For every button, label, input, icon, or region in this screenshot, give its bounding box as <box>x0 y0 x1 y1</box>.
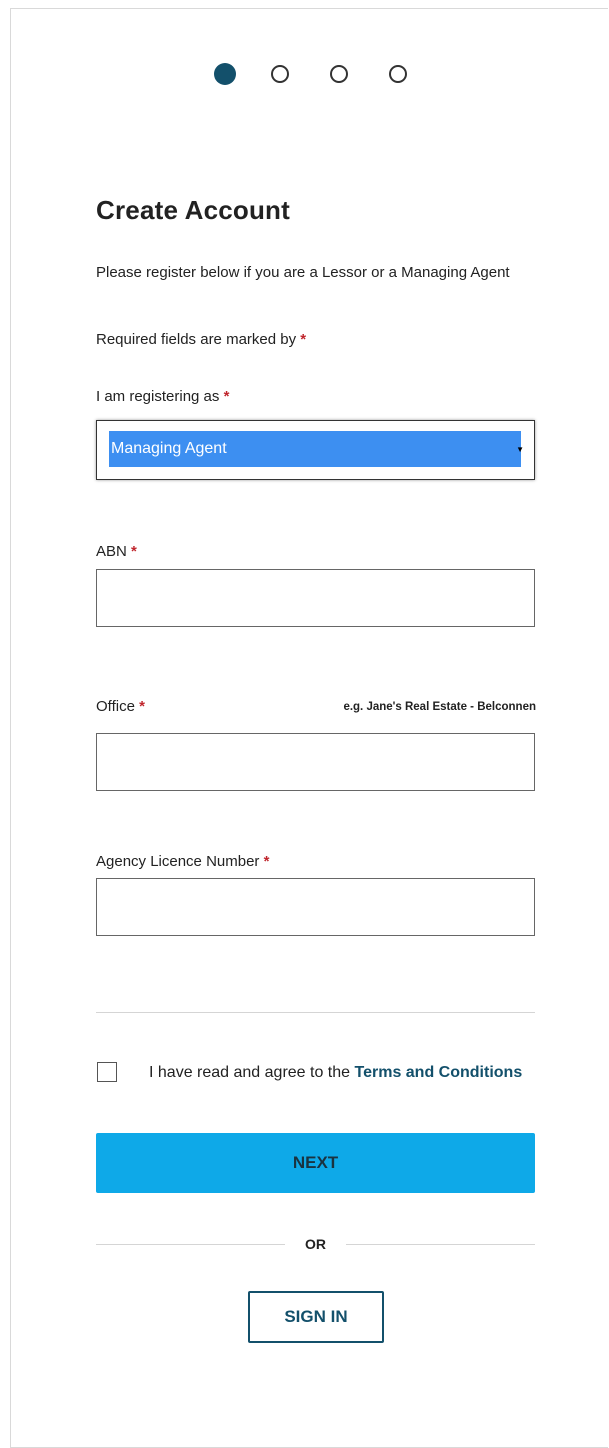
office-hint: e.g. Jane's Real Estate - Belconnen <box>343 701 536 713</box>
role-select-value[interactable]: Managing Agent <box>109 431 521 467</box>
terms-text: I have read and agree to the Terms and C… <box>149 1062 529 1083</box>
next-button[interactable]: NEXT <box>96 1133 535 1193</box>
licence-label-text: Agency Licence Number <box>96 853 260 870</box>
step-1-dot-active <box>214 63 236 85</box>
intro-text: Please register below if you are a Lesso… <box>96 264 510 281</box>
required-marker: * <box>139 698 145 715</box>
abn-label: ABN * <box>96 543 137 560</box>
role-label-text: I am registering as <box>96 388 220 405</box>
office-input[interactable] <box>96 733 535 791</box>
required-marker: * <box>131 543 137 560</box>
abn-label-text: ABN <box>96 543 127 560</box>
required-marker: * <box>300 331 307 348</box>
or-line-right <box>346 1243 535 1245</box>
or-text: OR <box>305 1236 326 1252</box>
office-label: Office * <box>96 698 145 715</box>
page-title: Create Account <box>96 195 290 225</box>
step-indicator <box>214 63 407 85</box>
caret-down-icon[interactable]: ▼ <box>516 445 524 454</box>
required-marker: * <box>223 388 230 405</box>
step-4-dot <box>389 65 407 83</box>
required-note: Required fields are marked by * <box>96 331 306 348</box>
abn-input[interactable] <box>96 569 535 627</box>
terms-prefix: I have read and agree to the <box>149 1064 351 1081</box>
role-select[interactable]: Managing Agent ▼ <box>96 420 535 480</box>
role-label: I am registering as * <box>96 388 229 405</box>
sign-in-button[interactable]: SIGN IN <box>248 1291 384 1343</box>
licence-input[interactable] <box>96 878 535 936</box>
or-line-left <box>96 1243 285 1245</box>
section-divider <box>96 1012 535 1013</box>
step-3-dot <box>330 65 348 83</box>
terms-checkbox[interactable] <box>97 1062 117 1082</box>
step-2-dot <box>271 65 289 83</box>
office-label-text: Office <box>96 698 135 715</box>
or-separator: OR <box>96 1234 535 1254</box>
licence-label: Agency Licence Number * <box>96 853 269 870</box>
required-note-text: Required fields are marked by <box>96 331 297 348</box>
terms-link[interactable]: Terms and Conditions <box>355 1064 523 1081</box>
required-marker: * <box>263 853 270 870</box>
